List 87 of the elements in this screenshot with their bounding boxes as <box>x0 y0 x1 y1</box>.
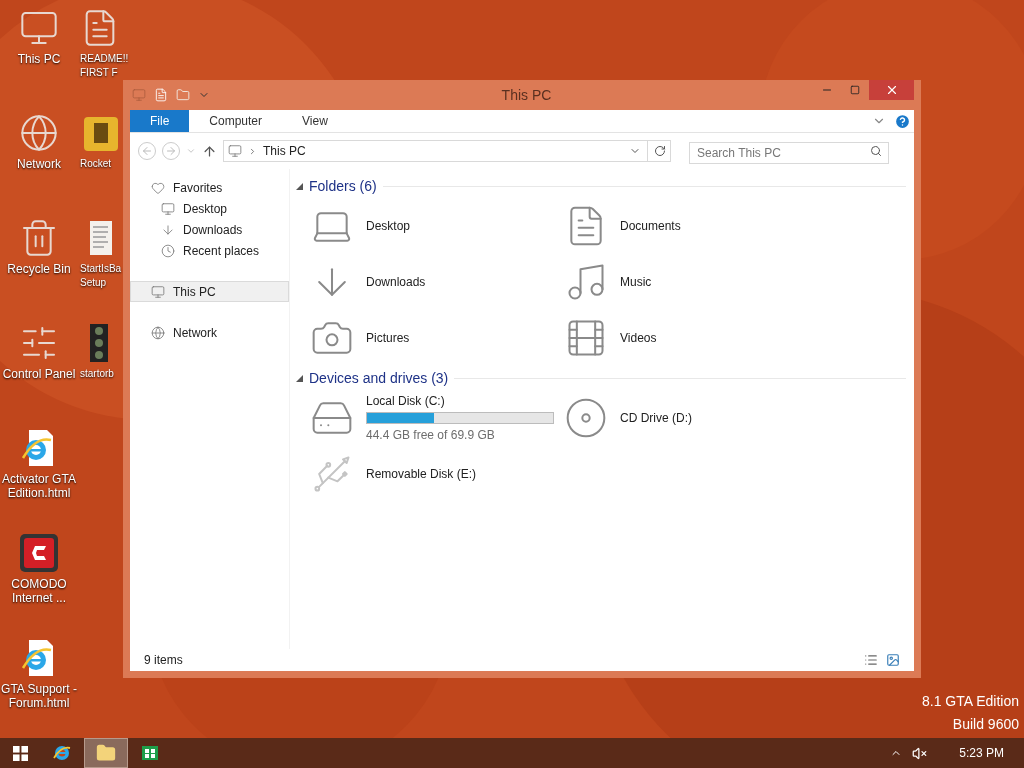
collapse-triangle-icon[interactable] <box>296 374 303 382</box>
folder-item[interactable]: CD Drive (D:) <box>564 390 906 446</box>
edition-text: Build 9600 <box>952 715 1019 734</box>
desktop-icon[interactable]: Network <box>0 113 78 213</box>
help-icon[interactable] <box>894 112 911 130</box>
desktop-icon-label: Control Panel <box>1 367 77 381</box>
nav-item[interactable]: Favorites <box>130 177 289 198</box>
section-header: Devices and drives (3) <box>309 368 449 388</box>
refresh-icon[interactable] <box>654 145 666 157</box>
status-text: 9 items <box>144 652 183 669</box>
desktop-icon-label: This PC <box>16 52 62 66</box>
desktop-icon[interactable]: StartIsBa Setup <box>80 218 122 318</box>
desktop-icon-label: Recycle Bin <box>6 262 72 276</box>
new-folder-icon[interactable] <box>176 88 190 102</box>
clock-icon <box>161 243 175 258</box>
shield-app-icon <box>19 533 59 573</box>
close-button[interactable] <box>869 80 914 100</box>
desktop-icon-label: COMODO Internet ... <box>10 577 68 605</box>
details-view-icon[interactable] <box>864 653 878 667</box>
muted-speaker-icon[interactable] <box>912 745 928 761</box>
item-name: Pictures <box>366 330 410 347</box>
search-field[interactable]: Search This PC <box>689 142 889 164</box>
nav-item[interactable]: This PC <box>130 281 289 302</box>
desktop-icon-label: startorb <box>80 367 114 381</box>
ribbon-tab[interactable]: View <box>282 110 348 132</box>
address-text: This PC <box>263 143 306 160</box>
desktop-icon[interactable]: Recycle Bin <box>0 218 78 318</box>
globe-icon <box>151 325 165 340</box>
folder-item[interactable]: Music <box>564 254 906 310</box>
windows-logo-icon <box>12 745 28 761</box>
desktop-icon-label: StartIsBa Setup <box>80 262 122 290</box>
globe-icon <box>19 113 59 153</box>
grid-app-icon <box>140 743 160 763</box>
desktop-icon-label: GTA Support - Forum.html <box>0 682 78 710</box>
folder-item[interactable]: Removable Disk (E:) <box>310 446 564 502</box>
ribbon-tab[interactable]: Computer <box>189 110 283 132</box>
address-bar[interactable]: This PC <box>223 140 671 162</box>
item-name: Local Disk (C:) <box>366 393 446 410</box>
collapse-triangle-icon[interactable] <box>296 182 303 190</box>
desktop-icon[interactable]: Rocket <box>80 113 120 213</box>
desktop-icon-label: Network <box>16 157 62 171</box>
folder-item[interactable]: Desktop <box>310 198 564 254</box>
tiles-view-icon[interactable] <box>886 653 900 667</box>
disc-icon <box>564 396 608 440</box>
browser-icon <box>52 743 72 763</box>
desktop-icon[interactable]: This PC <box>0 8 78 108</box>
desktop-icon[interactable]: COMODO Internet ... <box>0 533 78 633</box>
nav-item[interactable]: Network <box>130 322 289 343</box>
ribbon-tab[interactable]: File <box>130 110 190 132</box>
item-name: Removable Disk (E:) <box>366 466 477 483</box>
monitor-icon <box>151 284 165 299</box>
clock-text[interactable]: 5:23 PM <box>959 744 1004 762</box>
disk-free-text: 44.4 GB free of 69.9 GB <box>366 427 496 444</box>
search-icon <box>870 145 882 157</box>
section-header: Folders (6) <box>309 176 377 196</box>
folder-item[interactable]: Local Disk (C:) 44.4 GB free of 69.9 GB <box>310 390 564 446</box>
heart-icon <box>151 180 165 195</box>
desktop-icon[interactable]: Activator GTA Edition.html <box>0 428 78 528</box>
folder-icon <box>96 743 116 763</box>
properties-icon[interactable] <box>154 88 168 102</box>
desktop-icon-label: Activator GTA Edition.html <box>1 472 77 500</box>
nav-item[interactable]: Downloads <box>130 219 289 240</box>
maximize-icon <box>850 85 860 95</box>
monitor-icon <box>228 144 242 158</box>
desktop-icon-label: Rocket <box>80 157 112 171</box>
folder-item[interactable]: Downloads <box>310 254 564 310</box>
item-name: Desktop <box>366 218 411 235</box>
item-name: CD Drive (D:) <box>620 410 692 427</box>
nav-item[interactable]: Recent places <box>130 240 289 261</box>
desktop-icon-label: README!! FIRST F <box>80 52 129 80</box>
item-name: Music <box>620 274 652 291</box>
desktop-icon[interactable]: GTA Support - Forum.html <box>0 638 78 738</box>
folder-item[interactable]: Documents <box>564 198 906 254</box>
item-name: Documents <box>620 218 681 235</box>
item-name: Videos <box>620 330 657 347</box>
monitor-icon <box>161 201 175 216</box>
up-icon[interactable] <box>202 143 217 159</box>
folder-item[interactable]: Videos <box>564 310 906 366</box>
nav-item[interactable]: Desktop <box>130 198 289 219</box>
item-name: Downloads <box>366 274 426 291</box>
window-title: This PC <box>501 85 552 105</box>
desktop-icon[interactable]: Control Panel <box>0 323 78 423</box>
folder-item[interactable]: Pictures <box>310 310 564 366</box>
download-icon <box>161 222 175 237</box>
desktop-icon[interactable]: README!! FIRST F <box>80 8 129 108</box>
desktop-icon[interactable]: startorb <box>80 323 120 423</box>
edition-text: 8.1 GTA Edition <box>922 692 1019 711</box>
